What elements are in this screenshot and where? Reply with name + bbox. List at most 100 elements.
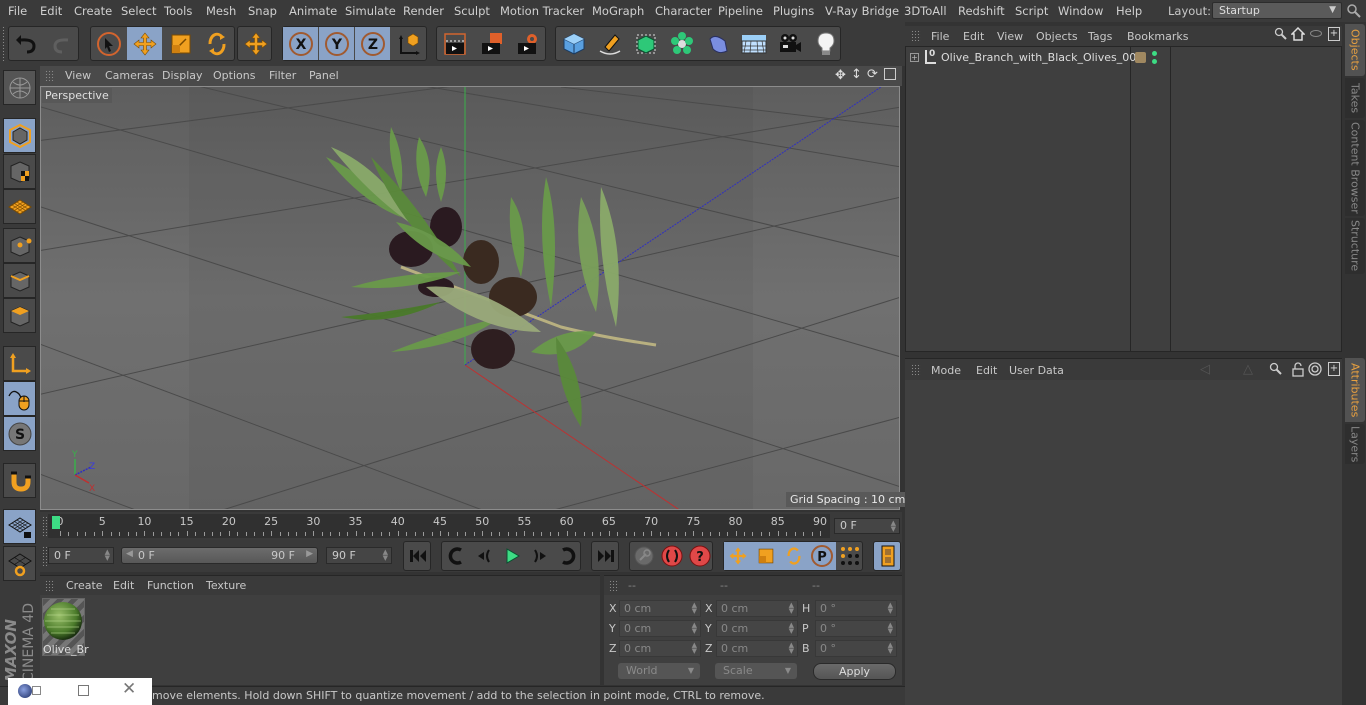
y-axis-icon[interactable]: Y bbox=[319, 27, 354, 60]
deformer-icon[interactable] bbox=[700, 27, 735, 60]
material-name[interactable]: Olive_Br bbox=[43, 643, 89, 656]
timeline-ruler[interactable]: 0 5 10 15 20 25 30 35 40 45 50 55 60 65 70 75 80 85 90 bbox=[48, 514, 830, 538]
x-axis-icon[interactable]: X bbox=[283, 27, 318, 60]
menu-render[interactable]: Render bbox=[403, 4, 444, 18]
play-icon[interactable] bbox=[498, 542, 526, 570]
next-frame-icon[interactable] bbox=[526, 542, 554, 570]
attributes-menu-user-data[interactable]: User Data bbox=[1009, 364, 1064, 377]
tab-structure[interactable]: Structure bbox=[1345, 218, 1365, 274]
panel-grip[interactable] bbox=[911, 30, 921, 41]
goto-start-icon[interactable] bbox=[404, 542, 432, 570]
object-name[interactable]: Olive_Branch_with_Black_Olives_001 bbox=[941, 51, 1143, 64]
menu-create[interactable]: Create bbox=[74, 4, 112, 18]
size-y-field[interactable]: 0 cm ▲ ▼ bbox=[716, 620, 798, 637]
spinner-icon[interactable]: ▲ ▼ bbox=[383, 549, 388, 562]
lock-icon[interactable] bbox=[1292, 362, 1304, 380]
key-pla-icon[interactable] bbox=[836, 542, 864, 570]
camera-icon[interactable] bbox=[772, 27, 807, 60]
make-editable-icon[interactable] bbox=[3, 70, 36, 105]
attributes-menu-edit[interactable]: Edit bbox=[976, 364, 997, 377]
key-position-icon[interactable] bbox=[724, 542, 752, 570]
redo-icon[interactable] bbox=[44, 27, 79, 60]
visibility-icon[interactable] bbox=[1310, 30, 1322, 37]
rotation-b-field[interactable]: 0 ° ▲ ▼ bbox=[815, 640, 897, 657]
material-menu-function[interactable]: Function bbox=[147, 579, 194, 592]
dolly-icon[interactable]: ↕ bbox=[851, 67, 862, 82]
z-axis-icon[interactable]: Z bbox=[355, 27, 390, 60]
floor-icon[interactable] bbox=[736, 27, 771, 60]
end-frame-field[interactable]: 90 F ▲ ▼ bbox=[326, 547, 392, 564]
subdivision-icon[interactable] bbox=[628, 27, 663, 60]
menu-animate[interactable]: Animate bbox=[289, 4, 337, 18]
axis-mode-icon[interactable] bbox=[3, 346, 36, 381]
timeline-window-icon[interactable] bbox=[874, 542, 902, 570]
panel-grip[interactable] bbox=[609, 580, 619, 591]
menu-edit[interactable]: Edit bbox=[40, 4, 62, 18]
scale-icon[interactable] bbox=[163, 27, 198, 60]
tab-layers[interactable]: Layers bbox=[1345, 424, 1365, 464]
edges-mode-icon[interactable] bbox=[3, 263, 36, 298]
timeline-grip[interactable] bbox=[42, 516, 47, 536]
close-icon[interactable]: ✕ bbox=[122, 679, 136, 699]
toolbar-grip[interactable] bbox=[2, 26, 6, 61]
menu-file[interactable]: File bbox=[8, 4, 27, 18]
render-settings-icon[interactable] bbox=[509, 27, 544, 60]
keyframe-selection-icon[interactable]: ? bbox=[686, 542, 714, 570]
viewport-menu-cameras[interactable]: Cameras bbox=[105, 69, 154, 82]
texture-mode-icon[interactable] bbox=[3, 154, 36, 189]
live-selection-icon[interactable] bbox=[91, 27, 126, 60]
object-menu-file[interactable]: File bbox=[931, 30, 949, 43]
range-left-arrow-icon[interactable]: ◀ bbox=[126, 549, 133, 559]
render-view-icon[interactable] bbox=[437, 27, 472, 60]
panel-grip[interactable] bbox=[45, 580, 55, 591]
workplane-lock-icon[interactable] bbox=[3, 509, 36, 544]
key-rotation-icon[interactable] bbox=[780, 542, 808, 570]
workplane-align-icon[interactable] bbox=[3, 546, 36, 581]
search-icon[interactable] bbox=[1346, 3, 1364, 19]
search-icon[interactable] bbox=[1269, 362, 1283, 379]
points-mode-icon[interactable] bbox=[3, 228, 36, 263]
prev-frame-icon[interactable] bbox=[470, 542, 498, 570]
coordinate-space-dropdown[interactable]: World ▼ bbox=[618, 663, 700, 679]
spinner-icon[interactable]: ▲ ▼ bbox=[891, 520, 896, 533]
panel-grip[interactable] bbox=[45, 70, 55, 81]
light-icon[interactable] bbox=[808, 27, 843, 60]
mograph-cloner-icon[interactable] bbox=[664, 27, 699, 60]
viewport-menu-panel[interactable]: Panel bbox=[309, 69, 339, 82]
record-key-icon[interactable] bbox=[630, 542, 658, 570]
tab-content-browser[interactable]: Content Browser bbox=[1345, 120, 1365, 216]
maximize-icon[interactable] bbox=[78, 685, 89, 696]
object-menu-bookmarks[interactable]: Bookmarks bbox=[1127, 30, 1188, 43]
viewport-menu-display[interactable]: Display bbox=[162, 69, 203, 82]
menu-window[interactable]: Window bbox=[1058, 4, 1103, 18]
frame-range-slider[interactable]: ◀ 0 F 90 F ▶ bbox=[121, 547, 318, 564]
tab-attributes[interactable]: Attributes bbox=[1345, 358, 1365, 422]
object-menu-objects[interactable]: Objects bbox=[1036, 30, 1078, 43]
rotation-p-field[interactable]: 0 ° ▲ ▼ bbox=[815, 620, 897, 637]
new-panel-icon[interactable]: + bbox=[1328, 362, 1340, 376]
position-z-field[interactable]: 0 cm ▲ ▼ bbox=[619, 640, 701, 657]
key-parameter-icon[interactable]: P bbox=[808, 542, 836, 570]
current-frame-field[interactable]: 0 F ▲ ▼ bbox=[834, 518, 900, 534]
tab-takes[interactable]: Takes bbox=[1345, 78, 1365, 118]
object-row[interactable]: + 0 Olive_Branch_with_Black_Olives_001 bbox=[906, 47, 1341, 69]
expand-icon[interactable]: + bbox=[910, 53, 919, 62]
menu-help[interactable]: Help bbox=[1116, 4, 1142, 18]
range-right-arrow-icon[interactable]: ▶ bbox=[306, 549, 313, 559]
spinner-icon[interactable]: ▲ ▼ bbox=[105, 549, 110, 562]
rotation-h-field[interactable]: 0 ° ▲ ▼ bbox=[815, 600, 897, 617]
transport-grip[interactable] bbox=[42, 546, 47, 566]
key-scale-icon[interactable] bbox=[752, 542, 780, 570]
restore-icon[interactable] bbox=[32, 686, 41, 695]
editor-visibility-dot[interactable] bbox=[1152, 51, 1157, 56]
menu-pipeline[interactable]: Pipeline bbox=[718, 4, 763, 18]
recent-tool-icon[interactable] bbox=[238, 27, 273, 60]
next-key-icon[interactable] bbox=[554, 542, 582, 570]
solo-icon[interactable]: S bbox=[3, 416, 36, 451]
pan-icon[interactable]: ✥ bbox=[835, 68, 846, 83]
menu-sculpt[interactable]: Sculpt bbox=[454, 4, 490, 18]
new-panel-icon[interactable]: + bbox=[1328, 27, 1340, 41]
target-icon[interactable] bbox=[1308, 362, 1322, 379]
coordinate-system-icon[interactable] bbox=[391, 27, 426, 60]
menu-mesh[interactable]: Mesh bbox=[206, 4, 236, 18]
